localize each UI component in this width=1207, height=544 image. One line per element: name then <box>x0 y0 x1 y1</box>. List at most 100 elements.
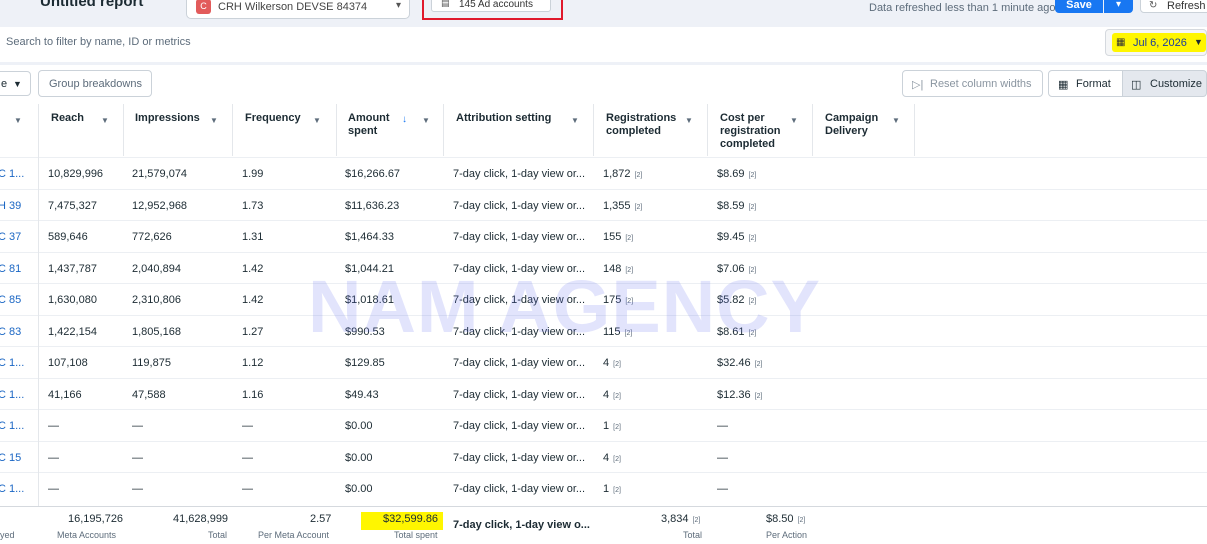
cell-registrations[interactable]: 4 [2] <box>603 389 621 401</box>
cell-value: H 39 <box>0 199 22 212</box>
cell-name[interactable]: C 1... <box>0 389 24 401</box>
cell-amount: $49.43 <box>345 389 379 401</box>
search-input[interactable] <box>0 32 700 52</box>
date-range-picker[interactable]: ▦ Jul 6, 2026 ▼ <box>1105 29 1207 56</box>
column-header-registrations-completed[interactable]: Registrations completed ▼ <box>594 104 707 156</box>
total-frequency: 2.57 <box>310 513 332 525</box>
cell-cost[interactable]: $12.36 [2] <box>717 389 762 401</box>
cell-value: C 83 <box>0 325 22 338</box>
table-row[interactable]: C 1... 10,829,996 21,579,074 1.99 $16,266.67… <box>0 157 1207 189</box>
breakdown-selector[interactable]: e ▼ <box>0 71 31 96</box>
chevron-down-icon: ▼ <box>14 116 22 125</box>
cell-registrations[interactable]: 1 [2] <box>603 420 621 432</box>
cell-registrations[interactable]: 175 [2] <box>603 294 633 306</box>
cell-value: C 81 <box>0 262 22 275</box>
table-row[interactable]: C 81 1,437,787 2,040,894 1.42 $1,044.21 7-day… <box>0 251 1207 284</box>
cell-name[interactable]: C 85 <box>0 294 21 306</box>
column-header-cost-per-registration[interactable]: Cost per registration completed ▼ <box>708 104 812 156</box>
cell-cost[interactable]: — <box>717 420 728 432</box>
cell-registrations[interactable]: 1 [2] <box>603 483 621 495</box>
cell-registrations[interactable]: 155 [2] <box>603 231 633 243</box>
save-button[interactable]: Save <box>1055 0 1103 13</box>
table-row[interactable]: C 1... 41,166 47,588 1.16 $49.43 7-day click,… <box>0 377 1207 410</box>
cell-name[interactable]: C 1... <box>0 483 24 495</box>
table-row[interactable]: C 1... — — — $0.00 7-day click, 1-day view or… <box>0 472 1207 504</box>
column-header-reach[interactable]: Reach ▼ <box>39 104 123 156</box>
column-header-amount-spent[interactable]: Amount spent ↓ ▼ <box>337 104 443 156</box>
format-label: Format <box>1076 78 1111 90</box>
table-row[interactable]: C 37 589,646 772,626 1.31 $1,464.33 7-day cli… <box>0 220 1207 252</box>
cell-registrations[interactable]: 1,872 [2] <box>603 168 642 180</box>
account-selector[interactable]: C CRH Wilkerson DEVSE 84374 ▾ <box>186 0 410 19</box>
column-header-attribution-setting[interactable]: Attribution setting ▼ <box>444 104 593 156</box>
footnote-marker: [2] <box>748 235 757 242</box>
column-label: Cost per registration completed <box>720 112 781 150</box>
table-row[interactable]: C 15 — — — $0.00 7-day click, 1-day view or..… <box>0 440 1207 473</box>
table-row[interactable]: C 1... 107,108 119,875 1.12 $129.85 7-day cli… <box>0 346 1207 378</box>
cell-name[interactable]: C 15 <box>0 452 21 464</box>
group-breakdowns-button[interactable]: Group breakdowns <box>38 70 152 97</box>
total-registrations-value: 3,834 <box>661 513 689 525</box>
column-header-name[interactable]: ▼ <box>0 104 38 156</box>
cell-cost[interactable]: $5.82 [2] <box>717 294 756 306</box>
table-row[interactable]: C 83 1,422,154 1,805,168 1.27 $990.53 7-day c… <box>0 314 1207 347</box>
cell-cost[interactable]: $8.69 [2] <box>717 168 756 180</box>
cell-value: — <box>132 483 143 495</box>
cell-value: — <box>132 420 143 432</box>
cell-name[interactable]: C 1... <box>0 168 24 180</box>
cell-value: C 15 <box>0 451 22 464</box>
table-row[interactable]: C 85 1,630,080 2,310,806 1.42 $1,018.61 7-day… <box>0 283 1207 315</box>
footnote-marker: [2] <box>748 266 757 274</box>
cell-value: 2,040,894 <box>132 262 181 275</box>
save-options-button[interactable]: ▾ <box>1104 0 1133 13</box>
cell-cost[interactable]: $32.46 [2] <box>717 357 762 369</box>
cell-impressions: — <box>132 452 143 464</box>
format-button[interactable]: ▦ Format <box>1048 70 1123 97</box>
cell-cost[interactable]: $8.61 [2] <box>717 326 756 338</box>
column-header-campaign-delivery[interactable]: Campaign Delivery ▼ <box>813 104 914 156</box>
table-row[interactable]: C 1... — — — $0.00 7-day click, 1-day view or… <box>0 409 1207 441</box>
cell-name[interactable]: C 1... <box>0 357 24 369</box>
cell-frequency: 1.12 <box>242 357 263 369</box>
cell-cost[interactable]: — <box>717 483 728 495</box>
report-title[interactable]: Untitled report <box>40 0 143 10</box>
footnote-marker: [2] <box>754 392 763 400</box>
cell-value: 148 <box>603 262 622 275</box>
ad-accounts-button[interactable]: ▤ 145 Ad accounts <box>431 0 551 12</box>
cell-value: 7-day click, 1-day view or... <box>453 231 586 243</box>
cell-cost[interactable]: — <box>717 452 728 464</box>
cell-reach: — <box>48 483 59 495</box>
cell-value: $1,464.33 <box>345 231 394 243</box>
cell-value: — <box>717 483 728 495</box>
cell-cost[interactable]: $7.06 [2] <box>717 263 756 275</box>
cell-cost[interactable]: $9.45 [2] <box>717 231 756 243</box>
cell-name[interactable]: C 81 <box>0 263 21 275</box>
cell-value: 47,588 <box>132 388 166 401</box>
column-header-frequency[interactable]: Frequency ▼ <box>233 104 336 156</box>
cell-registrations[interactable]: 1,355 [2] <box>603 200 642 212</box>
reset-column-widths-button[interactable]: ▷| Reset column widths <box>902 70 1043 97</box>
cell-value: 1,630,080 <box>48 294 97 306</box>
cell-attribution: 7-day click, 1-day view or... <box>453 263 585 275</box>
cell-value: 7-day click, 1-day view or... <box>453 262 586 275</box>
cell-amount: $16,266.67 <box>345 168 400 180</box>
cell-name[interactable]: C 83 <box>0 326 21 338</box>
cell-registrations[interactable]: 148 [2] <box>603 263 633 275</box>
cell-name[interactable]: C 37 <box>0 231 21 243</box>
cell-amount: $990.53 <box>345 326 385 338</box>
column-header-impressions[interactable]: Impressions ▼ <box>124 104 232 156</box>
cell-registrations[interactable]: 115 [2] <box>603 326 632 338</box>
cell-name[interactable]: H 39 <box>0 200 21 212</box>
footnote-marker: [2] <box>613 392 621 400</box>
cell-frequency: 1.73 <box>242 200 263 212</box>
cell-registrations[interactable]: 4 [2] <box>603 452 621 464</box>
refresh-button[interactable]: ↻ Refresh <box>1140 0 1207 13</box>
cell-cost[interactable]: $8.59 [2] <box>717 200 756 212</box>
cell-reach: 1,437,787 <box>48 263 97 275</box>
cell-attribution: 7-day click, 1-day view or... <box>453 168 585 180</box>
table-row[interactable]: H 39 7,475,327 12,952,968 1.73 $11,636.23 7-d… <box>0 188 1207 221</box>
customize-button[interactable]: ◫ Customize <box>1122 70 1207 97</box>
cell-registrations[interactable]: 4 [2] <box>603 357 621 369</box>
cell-name[interactable]: C 1... <box>0 420 24 432</box>
footnote-marker: [2] <box>613 455 621 463</box>
